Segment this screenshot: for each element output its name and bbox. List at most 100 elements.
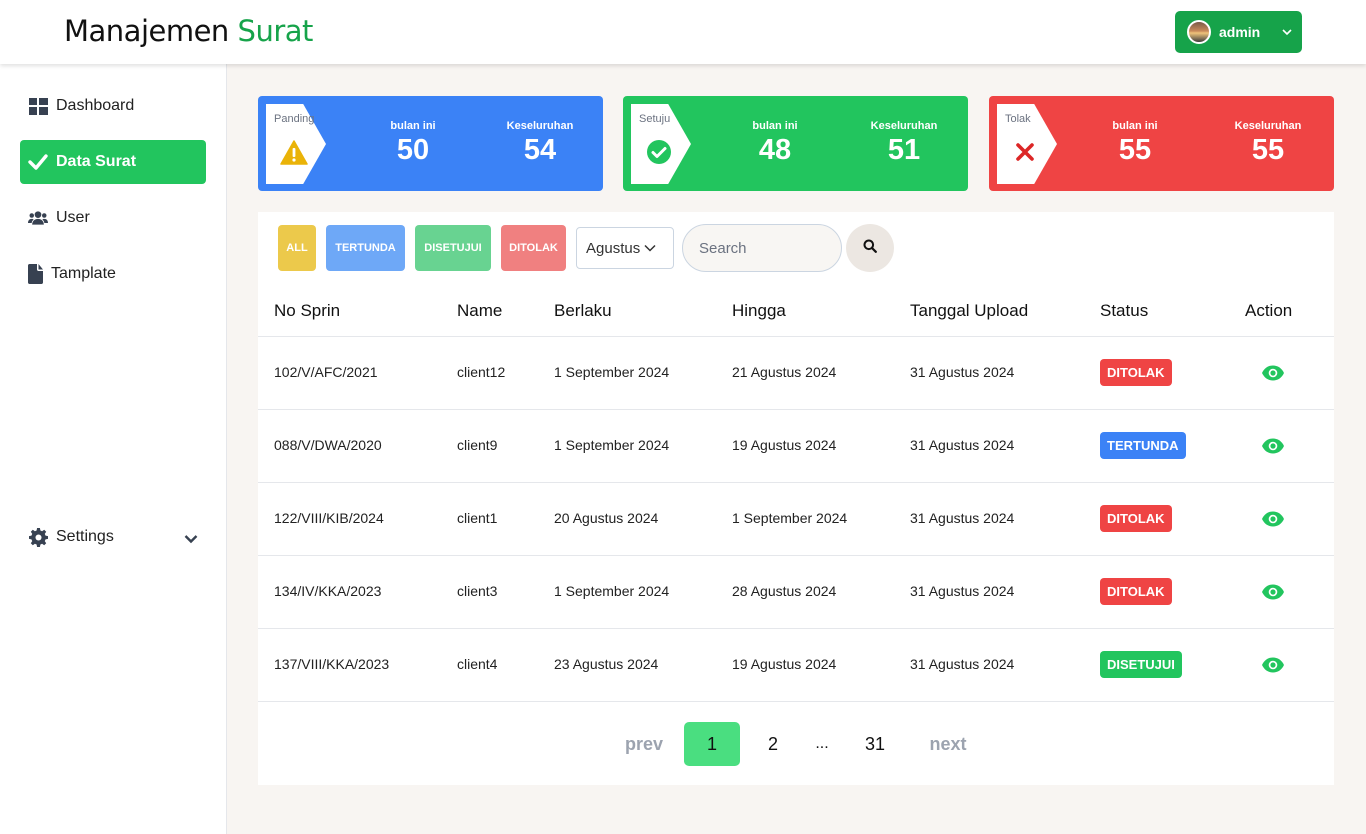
- column-header: Action: [1245, 301, 1293, 320]
- month-label: bulan ini: [390, 120, 436, 132]
- sidebar-item-settings[interactable]: Settings: [20, 515, 206, 559]
- search-button[interactable]: [846, 224, 894, 272]
- column-header: No Sprin: [274, 301, 341, 320]
- stat-card-pending: Panding bulan ini 50 Keseluruhan 54: [258, 96, 603, 191]
- total-stat: Keseluruhan 54: [495, 120, 585, 167]
- table-cell-berlaku: 1 September 2024: [554, 437, 670, 453]
- users-icon: [28, 208, 48, 228]
- sidebar-item-label: Data Surat: [56, 153, 137, 170]
- view-eye-icon[interactable]: [1261, 364, 1285, 382]
- table-cell-hingga: 1 September 2024: [732, 510, 848, 526]
- pagination: prev 1 2 ... 31 next: [258, 701, 1334, 785]
- table-cell-name: client1: [457, 510, 498, 526]
- chevron-down-icon: [184, 531, 198, 549]
- total-label: Keseluruhan: [1234, 120, 1302, 132]
- sidebar-item-user[interactable]: User: [20, 196, 206, 240]
- view-eye-icon[interactable]: [1261, 583, 1285, 601]
- total-value: 51: [887, 134, 921, 166]
- table-cell-hingga: 19 Agustus 2024: [732, 437, 837, 453]
- table-row: 102/V/AFC/2021 client12 1 September 2024 21…: [258, 336, 1334, 409]
- filter-pending-button[interactable]: TERTUNDA: [326, 225, 405, 271]
- table-cell-upload: 31 Agustus 2024: [910, 656, 1015, 672]
- table-cell-name: client4: [457, 656, 498, 672]
- stat-card-rejected: Tolak bulan ini 55 Keseluruhan 55: [989, 96, 1334, 191]
- table-cell-upload: 31 Agustus 2024: [910, 437, 1015, 453]
- table-cell-hingga: 19 Agustus 2024: [732, 656, 837, 672]
- table-row: 134/IV/KKA/2023 client3 1 September 2024 28…: [258, 555, 1334, 628]
- table-cell-no: 134/IV/KKA/2023: [274, 583, 382, 599]
- file-icon: [28, 264, 43, 284]
- table-row: 088/V/DWA/2020 client9 1 September 2024 19 …: [258, 409, 1334, 482]
- table-cell-upload: 31 Agustus 2024: [910, 510, 1015, 526]
- column-header: Status: [1100, 301, 1149, 320]
- prev-page-button[interactable]: prev: [623, 722, 665, 766]
- table-cell-hingga: 21 Agustus 2024: [732, 364, 837, 380]
- avatar: [1187, 20, 1211, 44]
- card-tab-label: Tolak: [1005, 113, 1031, 125]
- sidebar-item-label: User: [56, 209, 90, 226]
- sidebar: Dashboard Data Surat User Tamplate Setti…: [0, 64, 227, 834]
- gear-icon: [28, 527, 48, 547]
- data-table-panel: ALL TERTUNDA DISETUJUI DITOLAK Agustus N…: [258, 212, 1334, 785]
- filter-approved-button[interactable]: DISETUJUI: [415, 225, 491, 271]
- view-eye-icon[interactable]: [1261, 437, 1285, 455]
- table-row: 137/VIII/KKA/2023 client4 23 Agustus 2024 1…: [258, 628, 1334, 701]
- table-cell-upload: 31 Agustus 2024: [910, 583, 1015, 599]
- table-cell-berlaku: 23 Agustus 2024: [554, 656, 659, 672]
- total-value: 54: [523, 134, 557, 166]
- month-stat: bulan ini 50: [368, 120, 458, 167]
- page-31-button[interactable]: 31: [860, 722, 890, 766]
- check-icon: [28, 152, 48, 172]
- sidebar-item-label: Tamplate: [51, 265, 116, 282]
- table-cell-name: client12: [457, 364, 506, 380]
- view-eye-icon[interactable]: [1261, 656, 1285, 674]
- page-2-button[interactable]: 2: [761, 722, 785, 766]
- table-cell-name: client9: [457, 437, 498, 453]
- x-icon: [1011, 138, 1039, 166]
- month-stat: bulan ini 55: [1090, 120, 1180, 167]
- app-title: Manajemen Surat: [64, 14, 313, 48]
- sidebar-item-data-surat[interactable]: Data Surat: [20, 140, 206, 184]
- status-badge: DITOLAK: [1100, 359, 1172, 386]
- sidebar-item-label: Dashboard: [56, 97, 135, 114]
- sidebar-item-tamplate[interactable]: Tamplate: [20, 252, 206, 296]
- status-badge: DISETUJUI: [1100, 651, 1182, 678]
- table-cell-no: 137/VIII/KKA/2023: [274, 656, 390, 672]
- total-label: Keseluruhan: [870, 120, 938, 132]
- filter-rejected-button[interactable]: DITOLAK: [501, 225, 566, 271]
- total-stat: Keseluruhan 51: [859, 120, 949, 167]
- sidebar-item-label: Settings: [56, 528, 114, 545]
- month-select[interactable]: Agustus: [576, 227, 674, 269]
- column-header: Hingga: [732, 301, 786, 320]
- top-bar: Manajemen Surat admin: [0, 0, 1366, 64]
- table-cell-upload: 31 Agustus 2024: [910, 364, 1015, 380]
- column-header: Berlaku: [554, 301, 612, 320]
- check-circle-icon: [645, 138, 673, 166]
- month-select-value: Agustus: [586, 239, 641, 257]
- table-cell-no: 102/V/AFC/2021: [274, 364, 378, 380]
- status-badge: DITOLAK: [1100, 505, 1172, 532]
- filter-all-button[interactable]: ALL: [278, 225, 316, 271]
- table-cell-berlaku: 1 September 2024: [554, 583, 670, 599]
- user-menu-button[interactable]: admin: [1175, 11, 1302, 53]
- table-cell-no: 088/V/DWA/2020: [274, 437, 382, 453]
- stat-card-approved: Setuju bulan ini 48 Keseluruhan 51: [623, 96, 968, 191]
- chevron-down-icon: [1282, 26, 1294, 38]
- total-label: Keseluruhan: [506, 120, 574, 132]
- column-header: Tanggal Upload: [910, 301, 1029, 320]
- page-1-button[interactable]: 1: [684, 722, 740, 766]
- table-row: 122/VIII/KIB/2024 client1 20 Agustus 2024 1…: [258, 482, 1334, 555]
- view-eye-icon[interactable]: [1261, 510, 1285, 528]
- total-value: 55: [1251, 134, 1285, 166]
- sidebar-item-dashboard[interactable]: Dashboard: [20, 84, 206, 128]
- month-value: 48: [758, 134, 792, 166]
- brand-accent: Surat: [237, 14, 314, 48]
- table-cell-berlaku: 20 Agustus 2024: [554, 510, 659, 526]
- brand-main: Manajemen: [64, 14, 229, 48]
- next-page-button[interactable]: next: [927, 722, 969, 766]
- month-stat: bulan ini 48: [730, 120, 820, 167]
- search-input[interactable]: [682, 224, 842, 272]
- card-tab-label: Setuju: [639, 113, 671, 125]
- total-stat: Keseluruhan 55: [1223, 120, 1313, 167]
- card-tab-label: Panding: [274, 113, 315, 125]
